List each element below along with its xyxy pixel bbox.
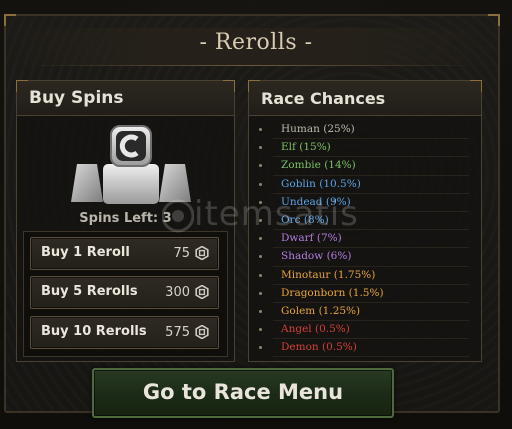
race-chance-text: Shadow (6%) (281, 250, 352, 263)
race-chance-item: Human (25%) (259, 121, 469, 140)
buy-button-price: 300 (165, 285, 190, 300)
bullet-icon (259, 273, 262, 277)
race-chance-item: Zombie (14%) (259, 157, 469, 176)
watermark-text: itemsatis (194, 194, 359, 234)
buy-button-label: Buy 5 Rerolls (41, 284, 138, 299)
frame-corner-ornament (4, 14, 16, 26)
race-chance-item: Elf (15%) (259, 139, 469, 158)
bullet-icon (259, 146, 262, 150)
robux-coin-icon (195, 285, 209, 299)
watermark: itemsatis (162, 190, 402, 250)
go-to-race-menu-label: Go to Race Menu (142, 380, 344, 404)
race-chance-text: Dragonborn (1.5%) (281, 286, 384, 299)
bullet-icon (259, 291, 262, 295)
bullet-icon (259, 128, 262, 131)
robux-coin-icon (195, 325, 209, 339)
bullet-icon (259, 346, 262, 350)
bullet-icon (259, 309, 262, 313)
race-chance-text: Golem (1.25%) (281, 304, 361, 317)
race-chance-item: Dragonborn (1.5%) (259, 285, 469, 303)
bullet-icon (259, 164, 262, 168)
reroll-screen: - Rerolls - Buy Spins Spins Left: 3 Buy … (0, 0, 512, 429)
race-chance-item: Golem (1.25%) (259, 303, 469, 322)
buy-10-rerolls-button[interactable]: Buy 10 Rerolls 575 (30, 316, 219, 349)
buy-button-label: Buy 1 Reroll (41, 245, 130, 260)
bullet-icon (259, 328, 262, 332)
bullet-icon (259, 182, 262, 186)
race-chance-item: Angel (0.5%) (259, 321, 469, 340)
race-chance-text: Elf (15%) (281, 141, 331, 154)
race-chance-item: Demon (0.5%) (259, 339, 469, 358)
race-chances-title: Race Chances (261, 89, 386, 108)
race-chance-text: Goblin (10.5%) (281, 177, 361, 190)
buy-spins-title: Buy Spins (29, 88, 124, 108)
race-chance-text: Angel (0.5%) (281, 323, 350, 336)
race-chances-header: Race Chances (249, 81, 481, 116)
buy-button-price: 575 (165, 325, 190, 340)
race-chance-text: Zombie (14%) (281, 159, 356, 172)
window-title: - Rerolls - (199, 30, 313, 55)
race-chance-text: Human (25%) (281, 123, 355, 135)
race-chance-item: Minotaur (1.75%) (259, 267, 469, 285)
buy-button-label: Buy 10 Rerolls (41, 324, 147, 339)
buy-5-rerolls-button[interactable]: Buy 5 Rerolls 300 (30, 276, 219, 309)
race-chance-text: Demon (0.5%) (281, 341, 357, 354)
race-chance-text: Minotaur (1.75%) (281, 268, 376, 281)
frame-corner-ornament (488, 14, 500, 26)
go-to-race-menu-button[interactable]: Go to Race Menu (92, 368, 394, 418)
buy-spins-header: Buy Spins (17, 81, 234, 116)
race-chance-item: Shadow (6%) (259, 248, 469, 267)
watermark-logo-icon (162, 199, 194, 233)
bullet-icon (259, 255, 262, 259)
